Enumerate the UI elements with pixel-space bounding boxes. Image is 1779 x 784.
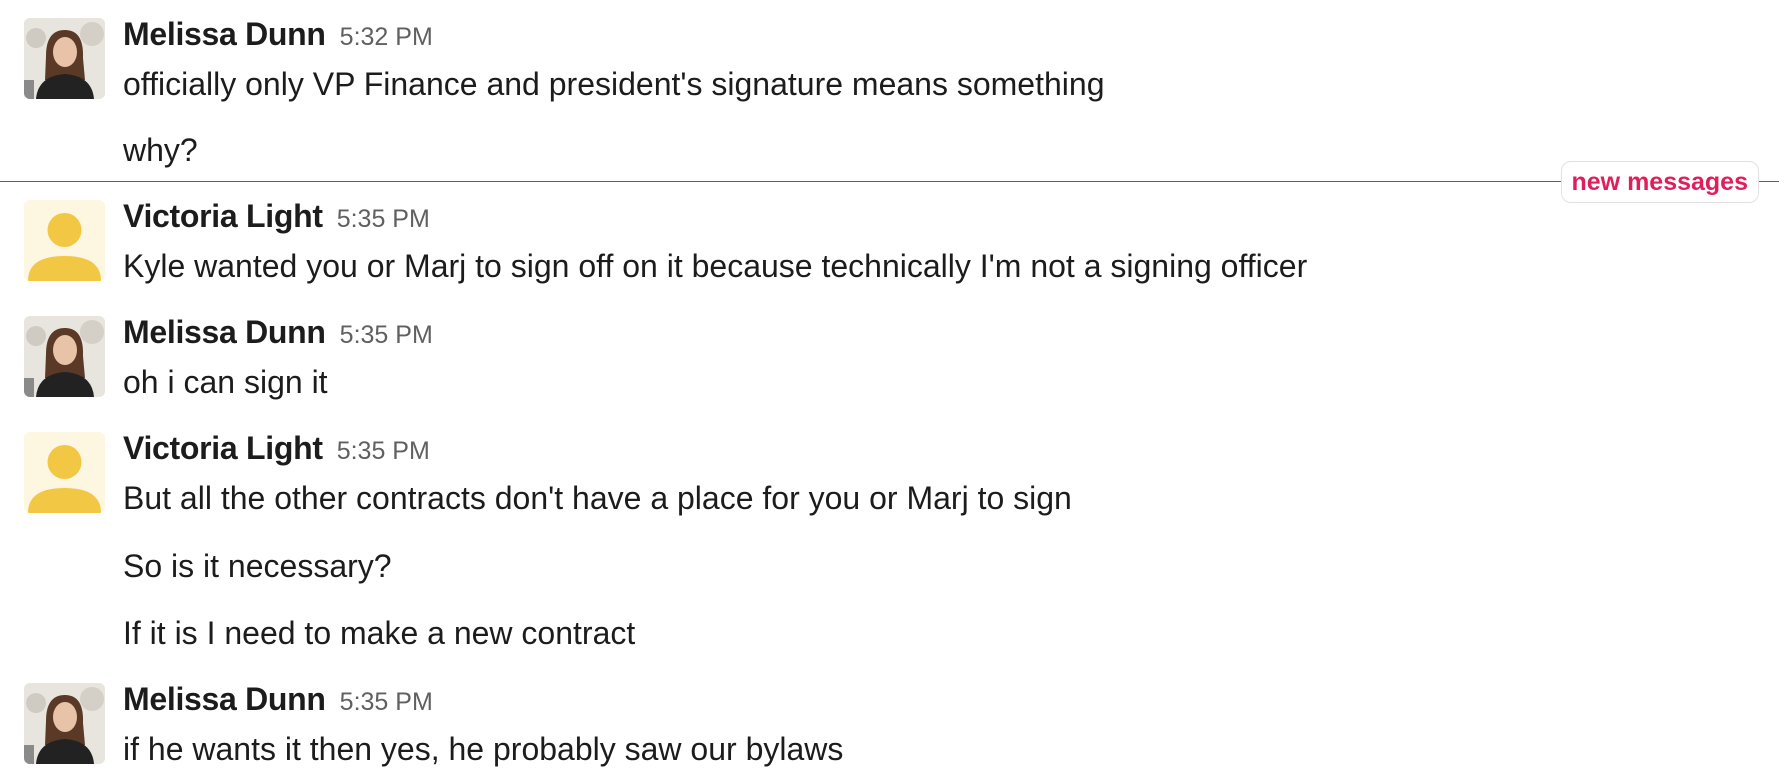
message-header: Melissa Dunn 5:35 PM	[123, 677, 433, 721]
message-text: officially only VP Finance and president…	[123, 66, 1105, 102]
author-name[interactable]: Victoria Light	[123, 198, 323, 234]
author-name[interactable]: Melissa Dunn	[123, 314, 326, 350]
user-photo-icon	[24, 18, 105, 99]
message-text: why?	[123, 132, 198, 168]
author-name[interactable]: Melissa Dunn	[123, 681, 326, 717]
message-header: Victoria Light 5:35 PM	[123, 426, 430, 470]
timestamp[interactable]: 5:32 PM	[340, 23, 433, 51]
timestamp[interactable]: 5:35 PM	[340, 688, 433, 716]
avatar[interactable]	[24, 18, 105, 99]
message-header: Melissa Dunn 5:32 PM	[123, 12, 433, 56]
message-text: If it is I need to make a new contract	[123, 615, 636, 651]
avatar[interactable]	[24, 316, 105, 397]
message-header: Victoria Light 5:35 PM	[123, 194, 430, 238]
avatar[interactable]	[24, 683, 105, 764]
default-user-icon	[24, 432, 105, 513]
message-text: But all the other contracts don't have a…	[123, 480, 1072, 516]
timestamp[interactable]: 5:35 PM	[337, 437, 430, 465]
message-text: oh i can sign it	[123, 364, 328, 400]
message-list: Melissa Dunn 5:32 PM officially only VP F…	[0, 0, 1779, 784]
author-name[interactable]: Melissa Dunn	[123, 16, 326, 52]
user-photo-icon	[24, 316, 105, 397]
message-text: Kyle wanted you or Marj to sign off on i…	[123, 248, 1308, 284]
message-header: Melissa Dunn 5:35 PM	[123, 310, 433, 354]
timestamp[interactable]: 5:35 PM	[340, 321, 433, 349]
user-photo-icon	[24, 683, 105, 764]
message-text: So is it necessary?	[123, 548, 392, 584]
default-user-icon	[24, 200, 105, 281]
new-messages-badge: new messages	[1560, 161, 1759, 203]
author-name[interactable]: Victoria Light	[123, 430, 323, 466]
timestamp[interactable]: 5:35 PM	[337, 205, 430, 233]
avatar[interactable]	[24, 432, 105, 513]
new-messages-divider	[0, 181, 1779, 182]
avatar[interactable]	[24, 200, 105, 281]
message-text: if he wants it then yes, he probably saw…	[123, 731, 844, 767]
